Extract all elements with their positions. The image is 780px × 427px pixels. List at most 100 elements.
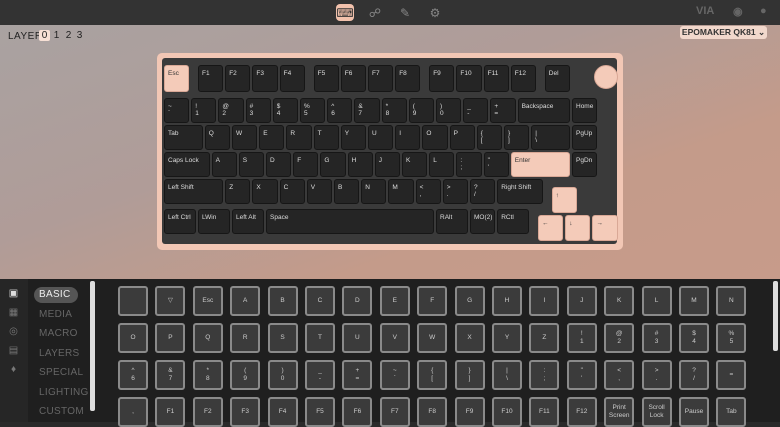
key-f10[interactable]: F10	[456, 65, 482, 92]
keycode-i[interactable]: I	[529, 286, 560, 316]
keycode--1[interactable]: ! 1	[566, 323, 597, 353]
key-left-shift[interactable]: Left Shift	[164, 179, 224, 204]
keycode-c[interactable]: C	[305, 286, 335, 316]
keycode-u[interactable]: U	[342, 323, 373, 353]
keycode--[interactable]: " '	[566, 360, 597, 390]
key-esc[interactable]: Esc	[164, 65, 190, 92]
keycode-j[interactable]: J	[566, 286, 597, 316]
keyboard-icon[interactable]: ▣	[8, 288, 19, 299]
key-e[interactable]: E	[259, 125, 285, 150]
keycode--5[interactable]: % 5	[716, 323, 747, 353]
key-left-ctrl[interactable]: Left Ctrl	[164, 209, 196, 234]
key-y[interactable]: Y	[340, 125, 366, 150]
keycode-o[interactable]: O	[118, 323, 148, 353]
keycode--[interactable]: } ]	[454, 360, 485, 390]
key-left-alt[interactable]: Left Alt	[232, 209, 264, 234]
key-l[interactable]: L	[429, 152, 455, 177]
key--8[interactable]: * 8	[381, 98, 407, 123]
keycode-f[interactable]: F	[417, 286, 448, 316]
key-b[interactable]: B	[334, 179, 360, 204]
key-q[interactable]: Q	[204, 125, 230, 150]
key-z[interactable]: Z	[225, 179, 251, 204]
key-f7[interactable]: F7	[368, 65, 394, 92]
keycode--[interactable]: { [	[417, 360, 448, 390]
keycode-f9[interactable]: F9	[454, 397, 485, 427]
key--[interactable]: < ,	[415, 179, 441, 204]
key-u[interactable]: U	[368, 125, 394, 150]
key--[interactable]: : ;	[456, 152, 482, 177]
key--5[interactable]: % 5	[300, 98, 326, 123]
key-rctl[interactable]: RCtl	[497, 209, 530, 234]
key--2[interactable]: @ 2	[218, 98, 244, 123]
key-backspace[interactable]: Backspace	[517, 98, 570, 123]
keycode-blank[interactable]	[118, 286, 148, 316]
keycode-f2[interactable]: F2	[192, 397, 223, 427]
key-f3[interactable]: F3	[252, 65, 278, 92]
key-v[interactable]: V	[306, 179, 332, 204]
key-right-shift[interactable]: Right Shift	[497, 179, 543, 204]
rotary-knob[interactable]	[594, 65, 618, 89]
keycode--4[interactable]: $ 4	[679, 323, 709, 353]
github-icon[interactable]: ●	[760, 5, 767, 17]
key--6[interactable]: ^ 6	[327, 98, 353, 123]
menu-item-basic[interactable]: BASIC	[34, 287, 78, 303]
layer-2-button[interactable]: 2	[63, 30, 74, 41]
keycode---[interactable]: _ -	[305, 360, 335, 390]
keycode-f5[interactable]: F5	[305, 397, 335, 427]
keycode--[interactable]: + =	[342, 360, 373, 390]
keycode--8[interactable]: * 8	[192, 360, 223, 390]
key-h[interactable]: H	[347, 152, 373, 177]
keycode-f10[interactable]: F10	[492, 397, 522, 427]
keycode--2[interactable]: @ 2	[604, 323, 635, 353]
layer-1-button[interactable]: 1	[51, 30, 62, 41]
keycode-k[interactable]: K	[604, 286, 635, 316]
keycode-b[interactable]: B	[267, 286, 298, 316]
menu-scrollbar[interactable]	[90, 281, 95, 411]
key--[interactable]: | \	[531, 125, 570, 150]
key-lwin[interactable]: LWin	[198, 209, 230, 234]
keycode--7[interactable]: & 7	[155, 360, 186, 390]
grid-icon[interactable]: ▦	[8, 307, 19, 318]
keycode-f12[interactable]: F12	[566, 397, 597, 427]
key-f5[interactable]: F5	[313, 65, 339, 92]
keycode-l[interactable]: L	[641, 286, 672, 316]
key-[interactable]: →	[592, 215, 618, 241]
keycode-z[interactable]: Z	[529, 323, 560, 353]
key--[interactable]: ~ `	[164, 98, 190, 123]
key--[interactable]: > .	[442, 179, 468, 204]
menu-item-layers[interactable]: LAYERS	[34, 346, 79, 362]
keycode-blank[interactable]: ▽	[155, 286, 186, 316]
key--4[interactable]: $ 4	[272, 98, 298, 123]
key-n[interactable]: N	[361, 179, 387, 204]
key-t[interactable]: T	[313, 125, 339, 150]
keycode-h[interactable]: H	[492, 286, 522, 316]
keycode-scrollbar[interactable]	[773, 281, 778, 351]
key--1[interactable]: ! 1	[191, 98, 217, 123]
keycode-s[interactable]: S	[267, 323, 298, 353]
key-d[interactable]: D	[266, 152, 292, 177]
keycode-y[interactable]: Y	[492, 323, 522, 353]
menu-item-lighting[interactable]: LIGHTING	[34, 385, 88, 401]
key-f4[interactable]: F4	[279, 65, 305, 92]
key-f9[interactable]: F9	[429, 65, 455, 92]
key-home[interactable]: Home	[572, 98, 598, 123]
keycode-n[interactable]: N	[716, 286, 747, 316]
key--[interactable]: ? /	[470, 179, 496, 204]
layer-0-button[interactable]: 0	[39, 30, 50, 41]
keycode-esc[interactable]: Esc	[192, 286, 223, 316]
keycode-g[interactable]: G	[454, 286, 485, 316]
keycode-scroll-lock[interactable]: Scroll Lock	[641, 397, 672, 427]
via-logo[interactable]: VIA	[696, 5, 714, 17]
keyboard-selector[interactable]: EPOMAKER QK81 ⌄	[680, 26, 767, 39]
keycode-r[interactable]: R	[230, 323, 261, 353]
key-g[interactable]: G	[320, 152, 346, 177]
key-i[interactable]: I	[395, 125, 421, 150]
keycode-pause[interactable]: Pause	[679, 397, 709, 427]
keycode-blank[interactable]: =	[716, 360, 747, 390]
plug-icon[interactable]: ☍	[366, 4, 384, 21]
key--0[interactable]: ) 0	[436, 98, 462, 123]
key-f11[interactable]: F11	[483, 65, 509, 92]
key-o[interactable]: O	[422, 125, 448, 150]
key--9[interactable]: ( 9	[408, 98, 434, 123]
keycode--9[interactable]: ( 9	[230, 360, 261, 390]
